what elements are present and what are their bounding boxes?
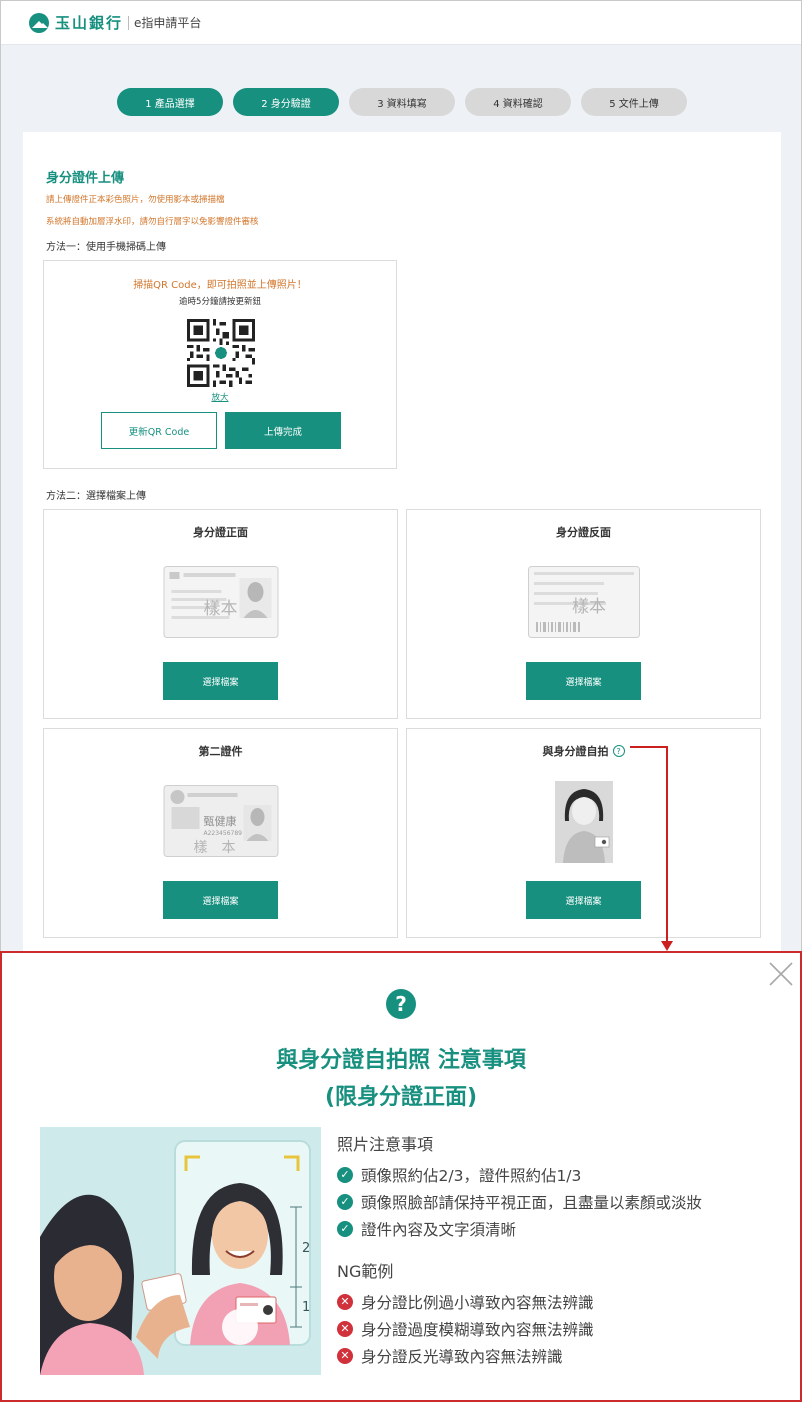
svg-text:A223456789: A223456789 (203, 830, 242, 837)
step-upload: 5 文件上傳 (581, 88, 687, 116)
choose-file-button[interactable]: 選擇檔案 (163, 662, 278, 700)
ng-item: ✕ 身分證比例過小導致內容無法辨識 (337, 1288, 777, 1315)
modal-title: 與身分證自拍照 注意事項 (276, 1048, 526, 1073)
progress-steps: 1 產品選擇 2 身分驗證 3 資料填寫 4 資料確認 5 文件上傳 (117, 88, 697, 116)
ng-item: ✕ 身分證過度模糊導致內容無法辨識 (337, 1315, 777, 1342)
qr-code-image (187, 319, 255, 387)
step-confirm: 4 資料確認 (465, 88, 571, 116)
upload-note-watermark: 系統將自動加層浮水印，請勿自行層字以免影響證件審核 (46, 217, 259, 227)
qr-timeout-hint: 逾時5分鐘請按更新鈕 (179, 297, 261, 307)
cross-icon: ✕ (337, 1320, 353, 1337)
selfie-sample-image (554, 781, 613, 863)
choose-file-button[interactable]: 選擇檔案 (526, 662, 641, 700)
qr-headline: 掃描QR Code，即可拍照並上傳照片！ (133, 280, 307, 291)
step-identity: 2 身分驗證 (233, 88, 339, 116)
choose-file-button[interactable]: 選擇檔案 (163, 881, 278, 919)
check-icon: ✓ (337, 1166, 353, 1183)
svg-text:樣本: 樣本 (572, 597, 606, 617)
id-back-title: 身分證反面 (556, 526, 611, 539)
choose-file-button[interactable]: 選擇檔案 (526, 881, 641, 919)
notes-heading: 照片注意事項 (337, 1135, 434, 1154)
id-front-sample-image: 樣本 (163, 566, 278, 638)
mountain-logo-icon (29, 12, 49, 33)
id-front-upload: 身分證正面 樣本 選擇檔案 (43, 509, 398, 719)
selfie-illustration: 2 1 (40, 1127, 321, 1375)
selfie-notice-modal: ? 與身分證自拍照 注意事項 (限身分證正面) 2 1 照片注意事項 ✓ 頭像照… (0, 951, 802, 1402)
annotation-connector (666, 746, 668, 943)
method-one-label: 方法一：使用手機掃碼上傳 (46, 242, 166, 253)
bank-logo[interactable]: 玉山銀行 e指申請平台 (29, 12, 201, 33)
svg-text:1: 1 (302, 1300, 310, 1315)
svg-text:樣本: 樣本 (203, 599, 237, 619)
ng-heading: NG範例 (337, 1262, 394, 1281)
method-two-label: 方法二：選擇檔案上傳 (46, 491, 146, 502)
note-item: ✓ 證件內容及文字須清晰 (337, 1215, 777, 1242)
id-back-upload: 身分證反面 樣本 選擇檔案 (406, 509, 761, 719)
step-fill: 3 資料填寫 (349, 88, 455, 116)
selfie-upload: 與身分證自拍 ? 選擇檔案 (406, 728, 761, 938)
platform-name: e指申請平台 (134, 16, 202, 30)
close-icon[interactable] (767, 960, 795, 988)
step-product: 1 產品選擇 (117, 88, 223, 116)
help-icon[interactable]: ? (612, 745, 625, 757)
application-page: 玉山銀行 e指申請平台 1 產品選擇 2 身分驗證 3 資料填寫 4 資料確認 … (0, 0, 802, 952)
upload-note-color: 請上傳證件正本彩色照片，勿使用影本或掃描檔 (46, 195, 225, 205)
upload-done-button[interactable]: 上傳完成 (225, 412, 341, 449)
second-id-title: 第二證件 (198, 745, 243, 758)
top-header: 玉山銀行 e指申請平台 (1, 1, 801, 45)
section-title: 身分證件上傳 (46, 171, 125, 186)
note-item: ✓ 頭像照約佔2/3，證件照約佔1/3 (337, 1161, 777, 1188)
svg-text:2: 2 (302, 1241, 310, 1256)
note-item: ✓ 頭像照臉部請保持平視正面，且盡量以素顏或淡妝 (337, 1188, 777, 1215)
id-back-sample-image: 樣本 (527, 566, 640, 638)
refresh-qr-button[interactable]: 更新QR Code (101, 412, 217, 449)
ng-item: ✕ 身分證反光導致內容無法辨識 (337, 1342, 777, 1369)
arrow-head-icon (661, 941, 673, 951)
second-id-sample-image: 甄健康 A223456789 樣 本 (163, 785, 278, 857)
photo-notes: 照片注意事項 ✓ 頭像照約佔2/3，證件照約佔1/3 ✓ 頭像照臉部請保持平視正… (337, 1131, 777, 1369)
id-front-title: 身分證正面 (193, 526, 248, 539)
svg-text:樣 本: 樣 本 (193, 839, 235, 856)
selfie-title: 與身分證自拍 ? (407, 743, 760, 759)
check-icon: ✓ (337, 1220, 353, 1237)
qr-zoom-link[interactable]: 放大 (44, 391, 396, 403)
qr-upload-panel: 掃描QR Code，即可拍照並上傳照片！ 逾時5分鐘請按更新鈕 放大 更新QR … (43, 260, 397, 469)
question-icon: ? (386, 989, 416, 1019)
cross-icon: ✕ (337, 1347, 353, 1364)
svg-text:甄健康: 甄健康 (203, 814, 236, 828)
second-id-upload: 第二證件 甄健康 A223456789 樣 本 選擇檔案 (43, 728, 398, 938)
modal-subtitle: (限身分證正面) (324, 1085, 478, 1110)
cross-icon: ✕ (337, 1293, 353, 1310)
check-icon: ✓ (337, 1193, 353, 1210)
brand-name: 玉山銀行 (55, 14, 124, 32)
annotation-connector (630, 746, 667, 748)
logo-divider (128, 15, 130, 30)
